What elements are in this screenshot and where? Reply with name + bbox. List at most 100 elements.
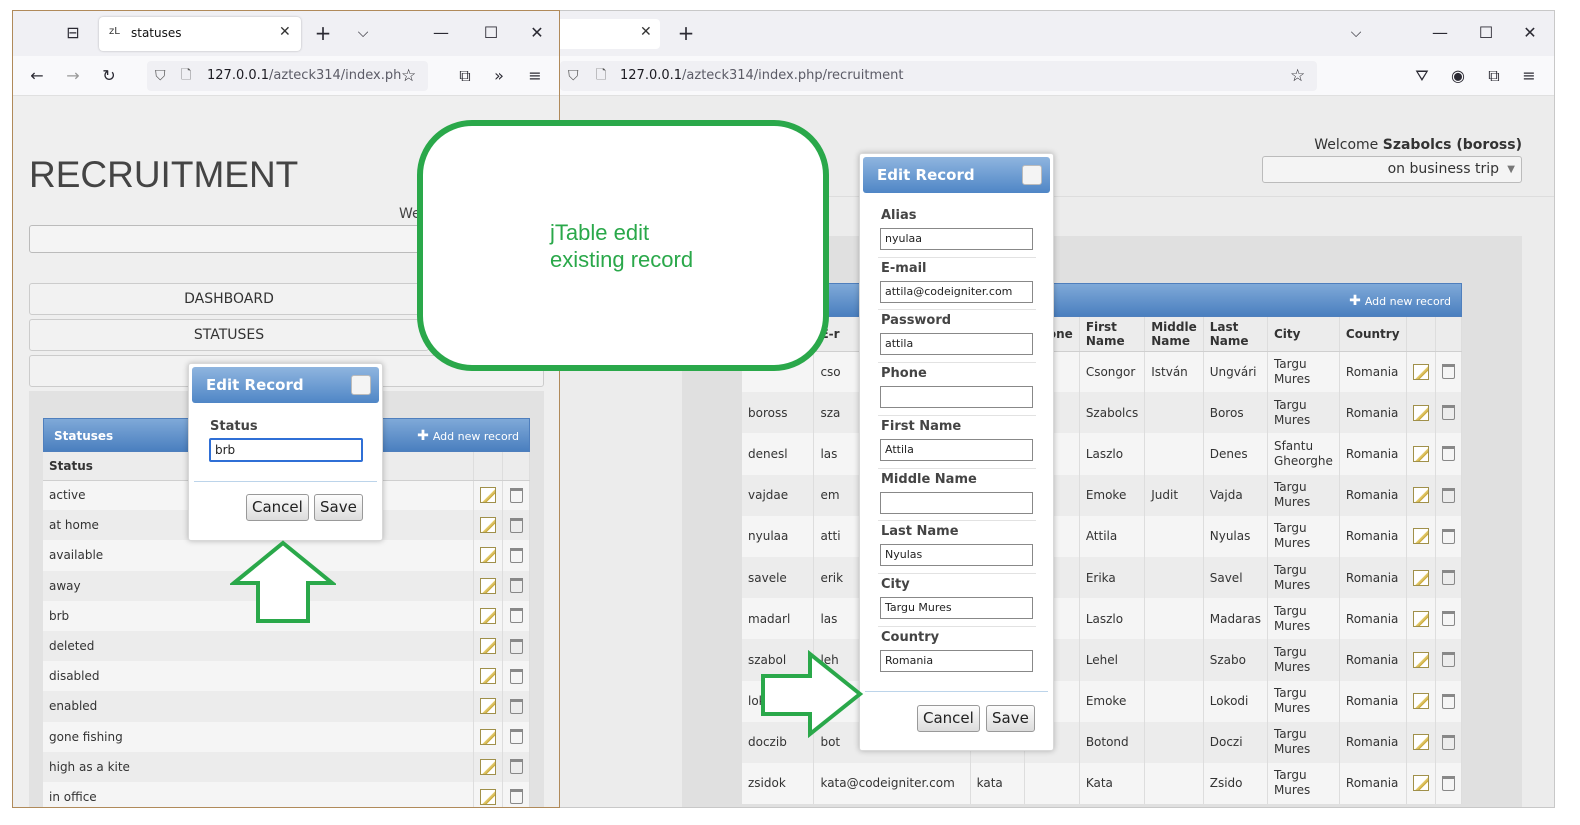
status-select[interactable]: on business trip ▼ — [1262, 156, 1522, 183]
col-first-name[interactable]: First Name — [1079, 317, 1146, 352]
table-row[interactable]: cso Csongor István Ungvári Targu Mures Romani… — [742, 351, 1463, 393]
table-row[interactable]: vajdae em Emoke Judit Vajda Targu Mures Romani… — [742, 474, 1463, 516]
shield-icon[interactable]: ⛉ — [155, 61, 166, 91]
status-select[interactable] — [29, 225, 429, 253]
edit-icon[interactable] — [1412, 363, 1429, 380]
maximize-icon[interactable]: ☐ — [477, 19, 505, 47]
table-row[interactable]: zsidok kata@codeigniter.com kata Kata Zsido T… — [742, 762, 1463, 805]
minimize-icon[interactable]: — — [427, 19, 455, 47]
menu-icon[interactable]: ≡ — [521, 62, 549, 90]
edit-icon[interactable] — [480, 638, 496, 655]
delete-icon[interactable] — [1441, 364, 1455, 380]
delete-icon[interactable] — [509, 698, 523, 714]
edit-icon[interactable] — [1412, 775, 1429, 792]
save-button[interactable]: Save — [314, 494, 363, 521]
new-tab-icon[interactable]: + — [672, 19, 700, 47]
close-tab-icon[interactable]: ✕ — [279, 24, 291, 40]
extensions-icon[interactable]: ⧉ — [1480, 62, 1508, 90]
extensions-icon[interactable]: ⧉ — [451, 62, 479, 90]
col-middle-name[interactable]: Middle Name — [1144, 317, 1204, 352]
edit-icon[interactable] — [1412, 693, 1429, 710]
minimize-icon[interactable]: — — [1426, 19, 1454, 47]
delete-icon[interactable] — [509, 729, 523, 745]
edit-icon[interactable] — [480, 668, 496, 685]
alias-input[interactable]: nyulaa — [880, 228, 1033, 250]
table-row[interactable]: madarl las Laszlo Madaras Targu Mures Romania — [742, 598, 1463, 640]
delete-icon[interactable] — [1441, 487, 1455, 503]
edit-icon[interactable] — [1412, 445, 1429, 462]
delete-icon[interactable] — [509, 608, 523, 624]
delete-icon[interactable] — [1441, 734, 1455, 750]
e-mail-input[interactable]: attila@codeigniter.com — [880, 280, 1033, 303]
password-input[interactable]: attila — [880, 333, 1033, 356]
menu-icon[interactable]: ≡ — [1515, 62, 1543, 90]
bookmark-star-icon[interactable]: ☆ — [401, 61, 417, 91]
add-new-record-button[interactable]: ✚ Add new record — [1349, 284, 1451, 319]
list-tabs-icon[interactable]: ⌵ — [1342, 19, 1370, 47]
cancel-button[interactable]: Cancel — [917, 705, 980, 732]
edit-icon[interactable] — [480, 698, 496, 715]
edit-icon[interactable] — [480, 758, 496, 775]
back-icon[interactable]: ← — [23, 62, 51, 90]
edit-icon[interactable] — [1412, 528, 1429, 545]
edit-icon[interactable] — [1412, 404, 1429, 421]
maximize-icon[interactable]: ☐ — [1472, 19, 1500, 47]
delete-icon[interactable] — [1441, 528, 1455, 544]
phone-input[interactable] — [880, 386, 1033, 409]
table-row[interactable]: disabled — [43, 661, 530, 692]
table-row[interactable]: savele erik Erika Savel Targu Mures Romania — [742, 556, 1463, 599]
list-tabs-icon[interactable]: ⌵ — [349, 19, 377, 47]
delete-icon[interactable] — [509, 547, 523, 563]
table-row[interactable]: gone fishing — [43, 721, 530, 752]
status-input[interactable]: brb — [209, 438, 363, 462]
table-row[interactable]: high as a kite — [43, 751, 530, 782]
dialog-close-button[interactable] — [1022, 165, 1042, 185]
account-icon[interactable]: ◉ — [1444, 62, 1472, 90]
table-row[interactable]: boross sza Szabolcs Boros Targu Mures Romania — [742, 392, 1463, 434]
edit-icon[interactable] — [1412, 487, 1429, 504]
table-row[interactable]: enabled — [43, 691, 530, 722]
edit-icon[interactable] — [480, 547, 496, 564]
first-name-input[interactable]: Attila — [880, 438, 1033, 461]
url-bar[interactable]: ⛉ 🗋 127.0.0.1/azteck314/index.php/ ☆ — [147, 61, 428, 91]
close-window-icon[interactable]: ✕ — [1516, 19, 1544, 47]
delete-icon[interactable] — [1441, 405, 1455, 421]
nav-dashboard[interactable]: DASHBOARD — [29, 283, 429, 315]
table-row[interactable]: denesl las Laszlo Denes Sfantu Gheorghe Roman… — [742, 433, 1463, 475]
edit-icon[interactable] — [480, 487, 496, 504]
cancel-button[interactable]: Cancel — [246, 494, 309, 521]
middle-name-input[interactable] — [880, 491, 1033, 514]
overflow-icon[interactable]: » — [485, 62, 513, 90]
col-city[interactable]: City — [1267, 317, 1340, 352]
shield-icon[interactable]: ⛉ — [568, 61, 579, 91]
edit-icon[interactable] — [480, 788, 496, 805]
delete-icon[interactable] — [509, 759, 523, 775]
delete-icon[interactable] — [509, 578, 523, 594]
bookmark-star-icon[interactable]: ☆ — [1290, 61, 1305, 91]
edit-icon[interactable] — [1412, 569, 1429, 586]
table-row[interactable]: nyulaa atti Attila Nyulas Targu Mures Romania — [742, 515, 1463, 557]
pocket-icon[interactable]: ⛛ — [1408, 62, 1436, 90]
forward-icon[interactable]: → — [59, 62, 87, 90]
save-button[interactable]: Save — [986, 705, 1035, 732]
delete-icon[interactable] — [1441, 611, 1455, 627]
delete-icon[interactable] — [1441, 652, 1455, 668]
delete-icon[interactable] — [509, 487, 523, 503]
country-input[interactable]: Romania — [880, 649, 1033, 672]
delete-icon[interactable] — [1441, 570, 1455, 586]
tab-overview-icon[interactable]: ⊟ — [59, 19, 87, 47]
delete-icon[interactable] — [509, 789, 523, 805]
last-name-input[interactable]: Nyulas — [880, 544, 1033, 567]
delete-icon[interactable] — [509, 668, 523, 684]
col-last-name[interactable]: Last Name — [1203, 317, 1268, 352]
close-window-icon[interactable]: ✕ — [523, 19, 551, 47]
url-bar[interactable]: ⛉ 🗋 127.0.0.1/azteck314/index.php/recrui… — [560, 61, 1317, 91]
col-country[interactable]: Country — [1339, 317, 1407, 352]
edit-icon[interactable] — [1412, 651, 1429, 668]
dialog-close-button[interactable] — [351, 375, 371, 395]
table-row[interactable]: deleted — [43, 630, 530, 662]
delete-icon[interactable] — [509, 517, 523, 533]
reload-icon[interactable]: ↻ — [95, 62, 123, 90]
table-row[interactable]: in office — [43, 781, 530, 807]
add-new-record-button[interactable]: ✚ Add new record — [417, 419, 519, 454]
